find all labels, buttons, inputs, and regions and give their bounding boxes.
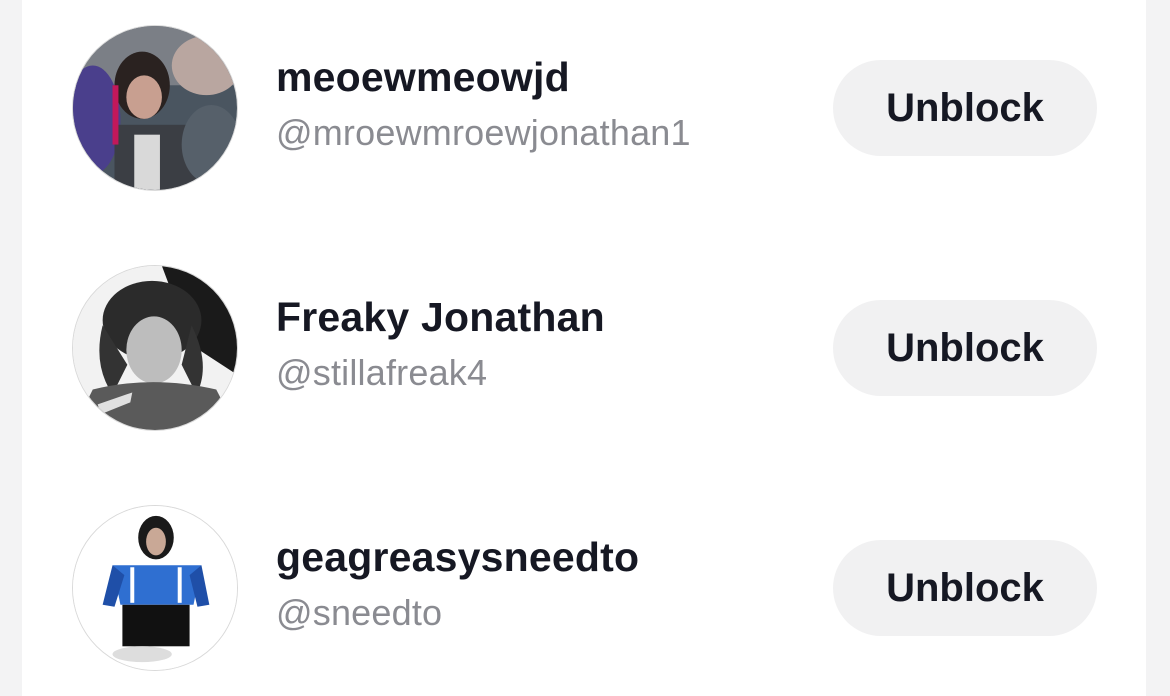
avatar-photo-icon <box>73 506 237 670</box>
display-name[interactable]: geagreasysneedto <box>276 534 639 581</box>
avatar-photo-icon <box>73 266 237 430</box>
username: @stillafreak4 <box>276 352 488 393</box>
blocked-account-row: geagreasysneedto @sneedto Unblock <box>22 480 1146 671</box>
unblock-button[interactable]: Unblock <box>833 540 1097 636</box>
avatar[interactable] <box>72 505 238 671</box>
username: @mroewmroewjonathan1 <box>276 112 691 153</box>
blocked-account-row: Freaky Jonathan @stillafreak4 Unblock <box>22 240 1146 431</box>
display-name[interactable]: meoewmeowjd <box>276 54 570 101</box>
avatar[interactable] <box>72 265 238 431</box>
username: @sneedto <box>276 592 443 633</box>
unblock-button[interactable]: Unblock <box>833 300 1097 396</box>
avatar[interactable] <box>72 25 238 191</box>
display-name[interactable]: Freaky Jonathan <box>276 294 605 341</box>
blocked-accounts-list: meoewmeowjd @mroewmroewjonathan1 Unblock… <box>22 0 1146 696</box>
blocked-account-row: meoewmeowjd @mroewmroewjonathan1 Unblock <box>22 0 1146 191</box>
unblock-button[interactable]: Unblock <box>833 60 1097 156</box>
avatar-photo-icon <box>73 26 237 190</box>
